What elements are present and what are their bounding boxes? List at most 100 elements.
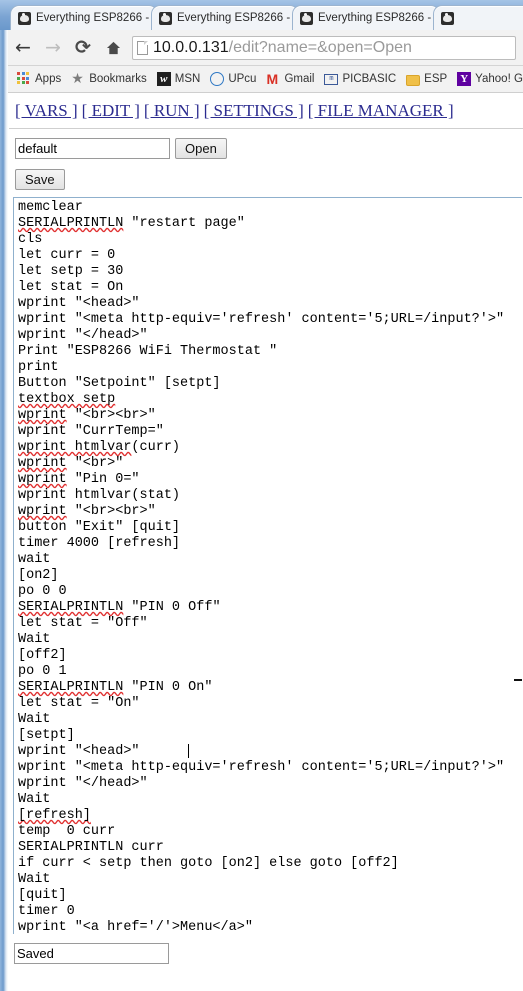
bookmark-label: Bookmarks (89, 73, 147, 85)
code-line: wprint "CurrTemp=" (18, 424, 164, 439)
code-line: memclear (18, 200, 83, 215)
web-page-content: [ VARS ][ EDIT ][ RUN ][ SETTINGS ][ FIL… (9, 93, 523, 991)
back-button[interactable]: ← (8, 33, 38, 63)
code-line: let curr = 0 (18, 248, 116, 263)
forward-arrow-icon: → (45, 36, 61, 58)
bookmark-apps[interactable]: Apps (13, 70, 67, 88)
status-input[interactable] (14, 943, 169, 964)
code-line: Wait (18, 632, 51, 647)
picbasic-icon: m (324, 73, 339, 85)
code-line: textbox setp (18, 392, 522, 408)
browser-tab[interactable]: Everything ESP8266 - (10, 5, 158, 30)
spellcheck-word: wprint htmlvar (18, 440, 132, 455)
code-line: Wait (18, 792, 51, 807)
code-line: wprint "<head>" (18, 744, 140, 759)
spellcheck-word: SERIALPRINTLN (18, 600, 124, 615)
spellcheck-word: wprint (18, 456, 67, 471)
bookmark-label: ESP (424, 73, 448, 85)
spellcheck-word: wprint (18, 504, 67, 519)
spellcheck-word: wprint (18, 408, 67, 423)
code-line: wprint htmlvar(curr) (18, 440, 181, 455)
nav-link-edit[interactable]: [ EDIT ] (82, 101, 140, 120)
esp-favicon-icon (300, 11, 313, 25)
code-line: [on2] (18, 568, 59, 583)
bookmark-label: Gmail (284, 73, 315, 85)
code-line: button "Exit" [quit] (18, 520, 181, 535)
code-line: wprint "<a href='/'>Menu</a>" (18, 920, 253, 934)
window-frame-left (0, 0, 8, 991)
bookmark-yahoo[interactable]: Y Yahoo! G (453, 70, 523, 88)
text-caret (188, 744, 189, 758)
code-line: wprint "</head>" (18, 776, 148, 791)
browser-toolbar: ← → ⟳ 10.0.0.131/edit?name=&open=Open (8, 30, 523, 66)
reload-button[interactable]: ⟳ (68, 33, 98, 63)
bookmark-gmail[interactable]: M Gmail (262, 70, 320, 88)
code-line: timer 0 (18, 904, 75, 919)
open-button[interactable]: Open (175, 138, 227, 159)
code-line: wprint htmlvar(stat) (18, 488, 181, 503)
tab-title: Everything ESP8266 - (318, 12, 432, 24)
code-line: wprint "<br>" (18, 456, 124, 471)
nav-link-settings[interactable]: [ SETTINGS ] (204, 101, 304, 120)
star-icon: ★ (71, 71, 84, 87)
bookmark-label: Yahoo! G (475, 73, 523, 85)
bookmarks-bar: Apps ★ Bookmarks w MSN UPcu M Gmail m PI… (8, 66, 523, 93)
nav-links: [ VARS ][ EDIT ][ RUN ][ SETTINGS ][ FIL… (9, 93, 523, 121)
tab-title: Everything ESP8266 - (177, 12, 291, 24)
code-editor[interactable]: memclear SERIALPRINTLN "restart page" cls l… (13, 197, 522, 934)
code-line: Wait (18, 712, 51, 727)
home-icon (106, 41, 121, 54)
code-line: Button "Setpoint" [setpt] (18, 376, 221, 391)
apps-grid-icon (17, 72, 31, 86)
bookmark-upcu[interactable]: UPcu (206, 70, 262, 88)
browser-tab[interactable] (433, 5, 523, 30)
filename-input[interactable] (15, 138, 170, 159)
code-line: print (18, 360, 59, 375)
upcu-icon (210, 72, 225, 86)
nav-link-run[interactable]: [ RUN ] (144, 101, 200, 120)
code-line: SERIALPRINTLN "PIN 0 On" (18, 680, 213, 695)
browser-tab[interactable]: Everything ESP8266 - (151, 5, 299, 30)
bookmark-label: MSN (174, 73, 201, 85)
code-line: [refresh] (18, 808, 522, 824)
code-line: timer 4000 [refresh] (18, 536, 181, 551)
forward-button[interactable]: → (38, 33, 68, 63)
code-line: wprint "<meta http-equiv='refresh' conte… (18, 760, 505, 775)
editor-marker (514, 679, 522, 681)
reload-icon: ⟳ (75, 36, 91, 58)
url-path: /edit?name=&open=Open (228, 38, 412, 56)
code-line: let stat = "Off" (18, 616, 148, 631)
spellcheck-word: SERIALPRINTLN (18, 216, 124, 231)
esp-favicon-icon (18, 11, 31, 25)
save-button[interactable]: Save (15, 169, 65, 190)
status-row (14, 943, 523, 964)
bookmark-picbasic[interactable]: m PICBASIC (320, 71, 402, 87)
browser-window: Everything ESP8266 - Everything ESP8266 … (0, 0, 523, 991)
page-icon (137, 40, 148, 55)
bookmark-msn[interactable]: w MSN (153, 70, 207, 88)
spellcheck-word: textbox setp (18, 392, 116, 407)
bookmark-esp[interactable]: ESP (402, 71, 453, 88)
home-button[interactable] (98, 33, 128, 63)
code-line: cls (18, 232, 43, 247)
code-line: SERIALPRINTLN "PIN 0 Off" (18, 600, 221, 615)
address-bar[interactable]: 10.0.0.131/edit?name=&open=Open (132, 35, 516, 60)
code-line: po 0 0 (18, 584, 67, 599)
code-line: wprint "<br><br>" (18, 408, 156, 423)
code-line: [quit] (18, 888, 67, 903)
browser-tab[interactable]: Everything ESP8266 - (292, 5, 440, 30)
nav-link-file-manager[interactable]: [ FILE MANAGER ] (308, 101, 454, 120)
tab-strip: Everything ESP8266 - Everything ESP8266 … (8, 0, 523, 30)
esp-favicon-icon (159, 11, 172, 25)
code-line: wprint "<head>" (18, 296, 140, 311)
code-editor-text[interactable]: memclear SERIALPRINTLN "restart page" cls l… (18, 200, 522, 934)
nav-link-vars[interactable]: [ VARS ] (15, 101, 78, 120)
code-line: let stat = "On" (18, 696, 140, 711)
msn-icon: w (156, 72, 171, 86)
bookmark-bookmarks[interactable]: ★ Bookmarks (67, 70, 153, 88)
code-line: temp 0 curr (18, 824, 116, 839)
code-line: [setpt] (18, 728, 75, 743)
code-line: Print "ESP8266 WiFi Thermostat " (18, 344, 278, 359)
url-text: 10.0.0.131/edit?name=&open=Open (153, 39, 412, 57)
code-line: wprint "Pin 0=" (18, 472, 140, 487)
